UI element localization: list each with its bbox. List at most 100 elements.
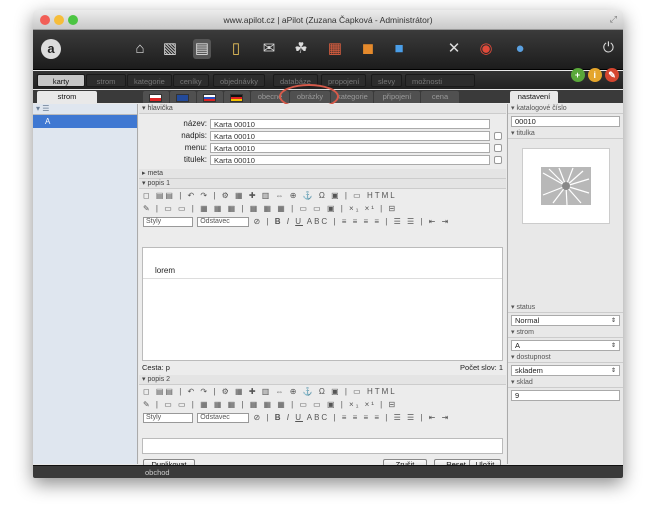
tree-header[interactable]: ▾ strom [508,328,623,338]
editor1-word-count: Počet slov: 1 [460,363,503,372]
fullscreen-icon[interactable]: ⤢ [610,14,617,25]
nav-tab-kategorie[interactable]: kategorie [127,74,172,87]
catalog-number-header[interactable]: ▾ katalogové číslo [508,104,623,114]
field-row-nadpis: nadpis: Karta 00010 [139,131,506,142]
add-icon[interactable]: + [570,68,585,82]
lifebuoy-icon[interactable]: ◉ [477,39,495,59]
stock-input[interactable]: 9 [511,390,620,401]
editor1-divider [143,278,502,279]
field-label: nadpis: [181,131,207,140]
flag-ru-icon [203,94,216,102]
status-bar: obchod [33,465,623,478]
editor2-toolbar-row2[interactable]: ✎ | ▭ ▭ | ▦ ▦ ▦ | ▦ ▦ ▦ | ▭ ▭ ▣ | ×₁ ×¹ … [143,400,502,411]
app-window: www.apilot.cz | aPilot (Zuzana Čapková -… [33,10,623,478]
catalog-number-input[interactable]: 00010 [511,116,620,127]
users-icon[interactable]: ☘ [292,39,310,59]
titulek-input[interactable]: Karta 00010 [210,155,490,165]
edit-icon[interactable]: ✎ [605,68,619,82]
format-select[interactable]: Odstavec [197,217,250,227]
tab-cena[interactable]: cena [421,91,459,103]
format-buttons-2[interactable]: ⊘ | B I U ABC | ≡ ≡ ≡ ≡ | ☰ ☰ | ⇤ ⇥ [253,413,450,422]
settings-panel: ▾ katalogové číslo 00010 ▾ titulka ▾ sta… [507,104,623,464]
calendar-icon[interactable]: ▦ [326,39,344,59]
tab-nastaveni[interactable]: nastavení [510,91,558,103]
section-hlavicka[interactable]: ▾ hlavička [139,104,506,114]
tab-flag-en[interactable] [170,91,196,103]
document-icon[interactable]: ▧ [161,39,179,59]
field-row-menu: menu: Karta 00010 [139,143,506,154]
tree-item-label: A [45,117,51,126]
select-arrows-icon: ⇕ [610,368,616,374]
field-row-titulek: titulek: Karta 00010 [139,155,506,166]
field-label: název: [183,119,207,128]
tab-flag-ru[interactable] [197,91,223,103]
nav-tab-moznosti[interactable]: možnosti [405,74,475,87]
editor1-toolbar-row1[interactable]: ◻ ▤▤ | ↶ ↷ | ⚙ ▦ ✚ ▥ ⇔ ⊕ ⚓ Ω ▣ | ▭ HTML [143,191,502,202]
tree-root-icon[interactable]: ▾ ☰ [33,104,137,115]
nadpis-checkbox[interactable] [494,132,502,140]
tree-panel: ▾ ☰ A [33,104,138,464]
tools-icon[interactable]: ✕ [445,39,463,59]
title-bar: www.apilot.cz | aPilot (Zuzana Čapková -… [33,10,623,30]
nav-tab-objednavky[interactable]: objednávky [213,74,265,87]
main-form: ▾ hlavička název: Karta 00010 nadpis: Ka… [139,104,506,470]
nav-tab-karty[interactable]: karty [37,74,85,87]
titulek-checkbox[interactable] [494,156,502,164]
nav-tab-strom[interactable]: strom [86,74,126,87]
nav-tab-propojeni[interactable]: propojení [321,74,367,87]
folder-icon[interactable]: ■ [390,39,408,59]
thumbnail-header[interactable]: ▾ titulka [508,129,623,139]
window-title: www.apilot.cz | aPilot (Zuzana Čapková -… [223,15,433,25]
flower-image-icon [541,167,591,206]
styles-select[interactable]: Styly [143,217,193,227]
nadpis-input[interactable]: Karta 00010 [210,131,490,141]
thumbnail-image[interactable] [522,148,610,224]
format-select-2[interactable]: Odstavec [197,413,250,423]
menu-checkbox[interactable] [494,144,502,152]
tab-pripojeni[interactable]: připojení [374,91,420,103]
status-text: obchod [145,468,170,477]
flag-de-icon [230,94,243,102]
status-select[interactable]: Normal ⇕ [511,315,620,326]
clipboard-icon[interactable]: ▯ [227,39,245,59]
mail-icon[interactable]: ✉ [260,39,278,59]
apilot-logo: a [41,39,61,59]
editor1-text: lorem [155,266,176,275]
styles-select-2[interactable]: Styly [143,413,193,423]
format-buttons[interactable]: ⊘ | B I U ABC | ≡ ≡ ≡ ≡ | ☰ ☰ | ⇤ ⇥ [253,217,450,226]
app-toolbar: a ⌂ ▧ ▤ ▯ ✉ ☘ ▦ ◼ ■ ✕ ◉ ● ⏻ [33,30,623,70]
section-popis-1[interactable]: ▾ popis 1 [139,179,506,189]
section-popis-2[interactable]: ▾ popis 2 [139,375,506,385]
tab-strom[interactable]: strom [37,91,97,103]
editor2-toolbar-row3: Styly Odstavec ⊘ | B I U ABC | ≡ ≡ ≡ ≡ |… [143,413,502,424]
section-meta[interactable]: ▸ meta [139,169,506,179]
select-arrows-icon: ⇕ [610,318,616,324]
editor2-content[interactable] [142,438,503,454]
info-icon[interactable]: i [587,68,602,82]
nav-tab-ceniky[interactable]: ceníky [173,74,209,87]
globe-icon[interactable]: ● [511,39,529,59]
stock-header[interactable]: ▾ sklad [508,378,623,388]
editor2-toolbar-row1[interactable]: ◻ ▤▤ | ↶ ↷ | ⚙ ▦ ✚ ▥ ⇔ ⊕ ⚓ Ω ▣ | ▭ HTML [143,387,502,398]
editor1-toolbar-row2[interactable]: ✎ | ▭ ▭ | ▦ ▦ ▦ | ▦ ▦ ▦ | ▭ ▭ ▣ | ×₁ ×¹ … [143,204,502,215]
availability-header[interactable]: ▾ dostupnost [508,353,623,363]
editor1-toolbar-row3: Styly Odstavec ⊘ | B I U ABC | ≡ ≡ ≡ ≡ |… [143,217,502,228]
tree-item-selected[interactable]: A [33,115,137,128]
nazev-input[interactable]: Karta 00010 [210,119,490,129]
editor1-path: Cesta: p [142,363,170,372]
nav-tab-slevy[interactable]: slevy [371,74,403,87]
field-label: titulek: [183,155,207,164]
power-icon[interactable]: ⏻ [603,39,614,56]
flag-cz-icon [149,94,162,102]
tab-flag-cz[interactable] [143,91,169,103]
field-row-nazev: název: Karta 00010 [139,119,506,130]
home-icon[interactable]: ⌂ [131,39,149,59]
database-icon[interactable]: ◼ [359,39,377,59]
menu-input[interactable]: Karta 00010 [210,143,490,153]
status-header[interactable]: ▾ status [508,303,623,313]
editor1-content[interactable]: lorem [142,247,503,361]
tree-select[interactable]: A ⇕ [511,340,620,351]
storage-icon[interactable]: ▤ [193,39,211,59]
availability-select[interactable]: skladem ⇕ [511,365,620,376]
tab-flag-de[interactable] [224,91,250,103]
